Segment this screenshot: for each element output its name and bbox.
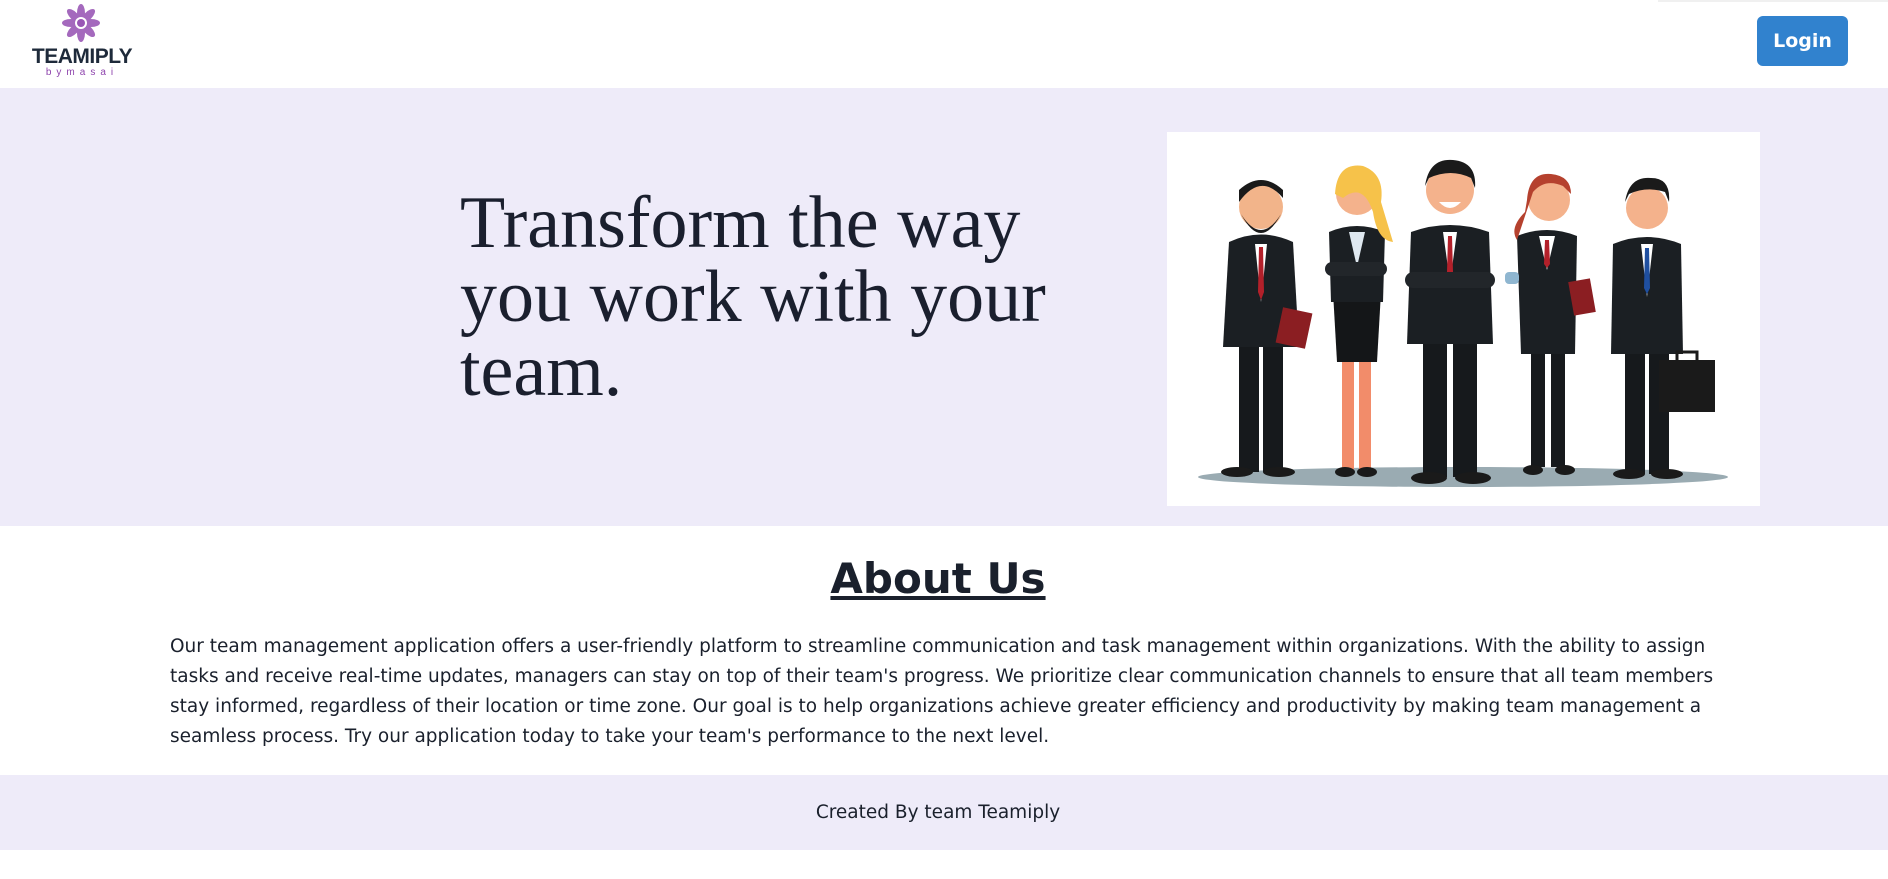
about-paragraph: Our team management application offers a… [170, 636, 1714, 747]
about-heading: About Us [830, 554, 1046, 603]
logo-tagline: bymasai [45, 67, 119, 78]
header-divider [1658, 0, 1888, 2]
hero-section: Transform the way you work with your tea… [0, 88, 1888, 526]
team-illustration [1167, 132, 1760, 506]
about-section: About Us Our team management application… [0, 526, 1888, 775]
site-footer: Created By team Teamiply [0, 775, 1888, 850]
site-header: TEAMIPLY bymasai Login [0, 0, 1888, 88]
footer-credit: Created By team Teamiply [815, 802, 1061, 823]
logo-wordmark: TEAMIPLY [31, 45, 133, 68]
login-button[interactable]: Login [1757, 16, 1848, 66]
team-illustration-icon [1198, 159, 1728, 487]
teamiply-logo[interactable]: TEAMIPLY bymasai [30, 2, 134, 82]
flower-logo-icon [58, 2, 104, 44]
hero-title: Transform the way you work with your tea… [460, 182, 1046, 412]
